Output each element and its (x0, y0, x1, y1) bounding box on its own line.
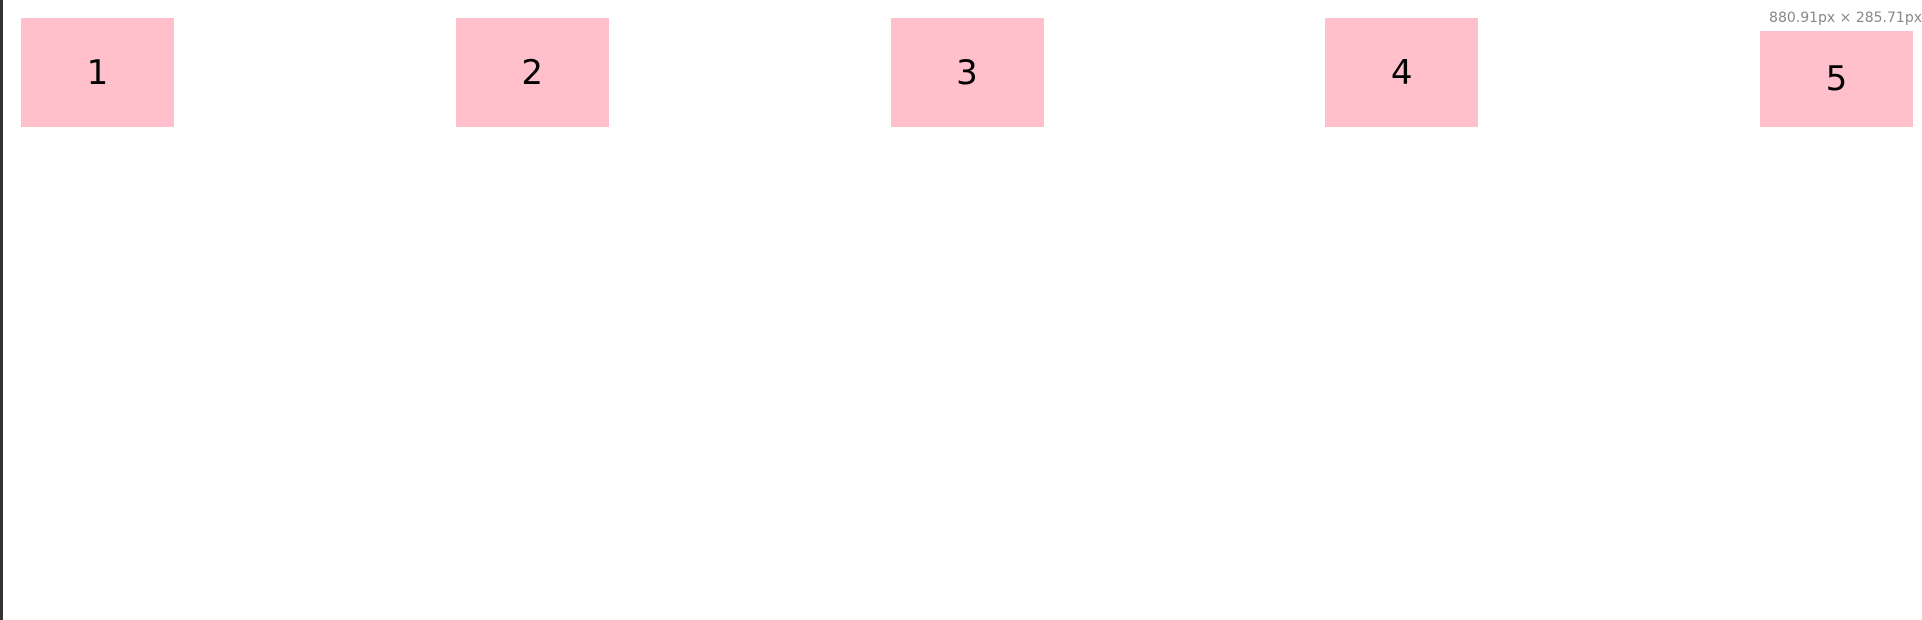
flex-item-label: 2 (521, 52, 544, 93)
flex-item-1: 1 (21, 18, 174, 127)
flex-item-5: 5 (1760, 31, 1913, 127)
flex-item-label: 3 (956, 52, 978, 93)
left-frame-edge (0, 0, 3, 620)
page-viewport: 1 2 3 4 5 880.91px × 285.71px (0, 0, 1922, 620)
inspector-dimensions-readout: 880.91px × 285.71px (1760, 8, 1922, 28)
flex-item-label: 1 (86, 52, 109, 93)
flex-container: 1 2 3 4 5 (21, 18, 1913, 127)
flex-item-label: 5 (1825, 59, 1848, 99)
flex-item-2: 2 (455, 18, 609, 127)
flex-item-label: 4 (1390, 52, 1413, 93)
flex-item-4: 4 (1325, 18, 1479, 127)
flex-item-3: 3 (890, 18, 1044, 127)
